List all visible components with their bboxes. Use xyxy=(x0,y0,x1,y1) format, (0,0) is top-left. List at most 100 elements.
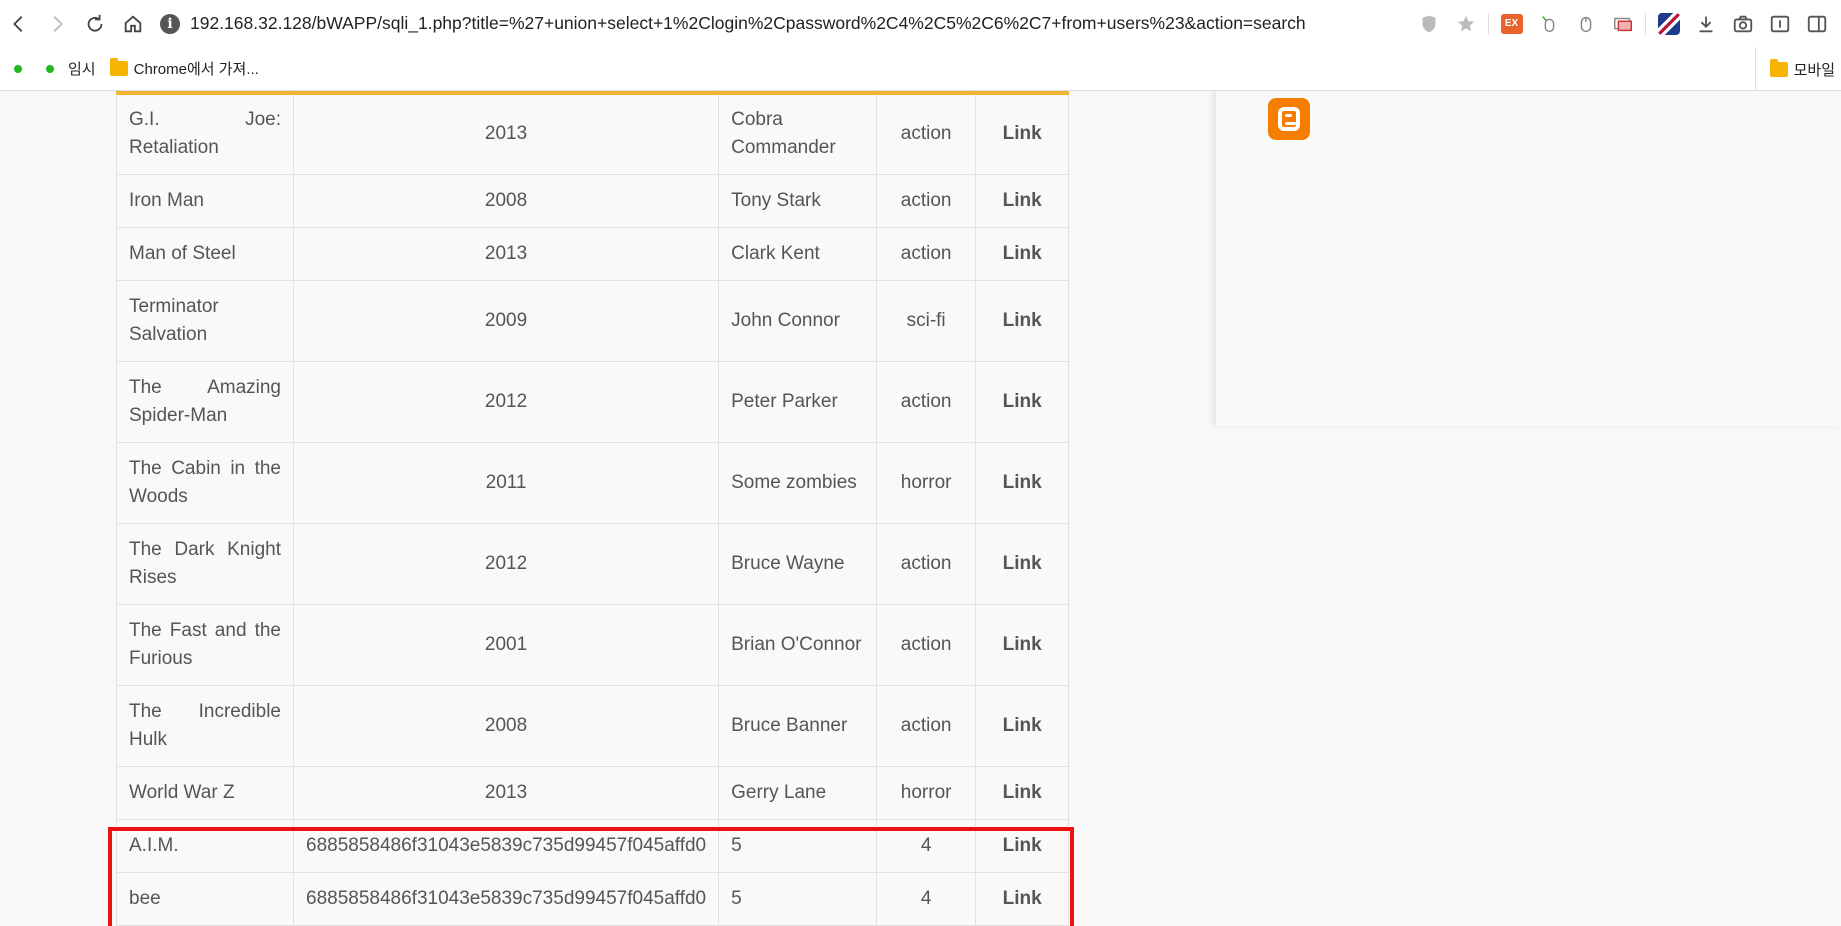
main-character-cell: John Connor xyxy=(718,279,878,362)
toolbar-right-icons: EX xyxy=(1410,0,1841,47)
sidebar-panel xyxy=(1216,91,1841,426)
green-dot-icon xyxy=(46,64,54,73)
folder-icon xyxy=(1769,58,1788,77)
cast-extension[interactable] xyxy=(1604,5,1641,42)
home-icon xyxy=(124,14,142,32)
release-year-cell: 2008 xyxy=(292,684,720,767)
genre-cell: action xyxy=(876,360,977,443)
back-button[interactable] xyxy=(0,5,38,43)
movie-title-cell: The Fast and the Furious xyxy=(116,603,294,686)
genre-cell: sci-fi xyxy=(876,279,977,362)
mouse-icon xyxy=(1580,16,1591,32)
injection-highlight-box xyxy=(108,827,1074,926)
forward-arrow-icon xyxy=(53,15,63,32)
bookmark-mobile-folder[interactable]: 모바일 xyxy=(1754,47,1835,91)
imdb-link[interactable]: Link xyxy=(975,173,1070,228)
bookmark-chrome-folder[interactable]: Chrome에서 가져... xyxy=(109,58,259,79)
bookmark-chrome-label: Chrome에서 가져... xyxy=(133,61,259,78)
release-year-cell: 2008 xyxy=(292,173,720,228)
movie-title-cell: Man of Steel xyxy=(116,226,294,281)
home-button[interactable] xyxy=(114,5,152,43)
release-year-cell: 2013 xyxy=(292,765,720,820)
release-year-cell: 2011 xyxy=(292,441,720,524)
toolbar-separator-2 xyxy=(1645,12,1646,35)
imdb-link[interactable]: Link xyxy=(975,684,1070,767)
table-row: World War Z 2013 Gerry Lane horror Link xyxy=(116,765,1070,820)
toolbar-separator xyxy=(1488,12,1489,35)
star-icon xyxy=(1457,15,1474,31)
shield-icon xyxy=(1422,15,1435,32)
blogger-icon[interactable] xyxy=(1268,98,1310,140)
bookmark-temp[interactable]: 임시 xyxy=(46,58,96,79)
genre-cell: action xyxy=(876,226,977,281)
url-text: 192.168.32.128/bWAPP/sqli_1.php?title=%2… xyxy=(190,13,1306,33)
movie-title-cell: The Cabin in the Woods xyxy=(116,441,294,524)
site-info-icon[interactable]: i xyxy=(160,13,180,34)
folder-icon xyxy=(109,58,128,76)
main-character-cell: Bruce Wayne xyxy=(718,522,878,605)
mouse-extension[interactable] xyxy=(1530,5,1567,42)
reload-icon xyxy=(87,14,103,32)
movie-title-cell: The Amazing Spider-Man xyxy=(116,360,294,443)
genre-cell: action xyxy=(876,522,977,605)
movie-title-cell: G.I. Joe: Retaliation xyxy=(116,91,294,175)
mouse-extension-2[interactable] xyxy=(1567,5,1604,42)
language-extension[interactable] xyxy=(1650,5,1687,42)
main-character-cell: Brian O'Connor xyxy=(718,603,878,686)
imdb-link[interactable]: Link xyxy=(975,360,1070,443)
main-character-cell: Bruce Banner xyxy=(718,684,878,767)
table-row: Man of Steel 2013 Clark Kent action Link xyxy=(116,226,1070,281)
main-character-cell: Some zombies xyxy=(718,441,878,524)
genre-cell: horror xyxy=(876,765,977,820)
reader-button[interactable] xyxy=(1761,5,1798,42)
imdb-link[interactable]: Link xyxy=(975,441,1070,524)
table-row: The Fast and the Furious 2001 Brian O'Conn… xyxy=(116,603,1070,686)
table-row: Iron Man 2008 Tony Stark action Link xyxy=(116,173,1070,228)
address-bar[interactable]: i 192.168.32.128/bWAPP/sqli_1.php?title=… xyxy=(160,6,1306,42)
bookmark-mobile-label: 모바일 xyxy=(1793,61,1835,79)
ex-extension[interactable]: EX xyxy=(1493,5,1530,42)
sidebar-icon xyxy=(1807,15,1826,32)
imdb-link[interactable]: Link xyxy=(975,603,1070,686)
table-row: G.I. Joe: Retaliation 2013 Cobra Commander… xyxy=(116,91,1070,175)
download-icon xyxy=(1699,16,1712,32)
imdb-link[interactable]: Link xyxy=(975,279,1070,362)
reader-icon xyxy=(1770,15,1789,32)
table-row: Terminator Salvation 2009 John Connor sci-f… xyxy=(116,279,1070,362)
movie-title-cell: Iron Man xyxy=(116,173,294,228)
release-year-cell: 2013 xyxy=(292,226,720,281)
shield-extension[interactable] xyxy=(1410,5,1447,42)
imdb-link[interactable]: Link xyxy=(975,522,1070,605)
browser-toolbar: i 192.168.32.128/bWAPP/sqli_1.php?title=… xyxy=(0,0,1841,47)
sidebar-button[interactable] xyxy=(1798,5,1835,42)
forward-button[interactable] xyxy=(38,5,76,43)
main-character-cell: Cobra Commander xyxy=(718,91,878,175)
genre-cell: action xyxy=(876,91,977,175)
download-button[interactable] xyxy=(1687,5,1724,42)
bookmark-dot-1[interactable] xyxy=(14,64,22,73)
movie-title-cell: World War Z xyxy=(116,765,294,820)
main-character-cell: Tony Stark xyxy=(718,173,878,228)
imdb-link[interactable]: Link xyxy=(975,226,1070,281)
table-row: The Incredible Hulk 2008 Bruce Banner actio… xyxy=(116,684,1070,767)
movies-table: G.I. Joe: Retaliation 2013 Cobra Commander… xyxy=(116,91,1070,926)
main-character-cell: Gerry Lane xyxy=(718,765,878,820)
screenshot-button[interactable] xyxy=(1724,5,1761,42)
mouse-gesture-icon xyxy=(1541,15,1554,32)
genre-cell: action xyxy=(876,173,977,228)
genre-cell: horror xyxy=(876,441,977,524)
bookmarks-bar: 임시 Chrome에서 가져... 모바일 xyxy=(0,47,1841,91)
bookmark-temp-label: 임시 xyxy=(68,61,96,78)
movie-title-cell: The Dark Knight Rises xyxy=(116,522,294,605)
uk-flag-icon xyxy=(1657,12,1680,35)
table-row: The Cabin in the Woods 2011 Some zombies ho… xyxy=(116,441,1070,524)
release-year-cell: 2013 xyxy=(292,91,720,175)
back-arrow-icon xyxy=(13,15,23,32)
reload-button[interactable] xyxy=(76,5,114,43)
release-year-cell: 2012 xyxy=(292,360,720,443)
genre-cell: action xyxy=(876,684,977,767)
imdb-link[interactable]: Link xyxy=(975,765,1070,820)
bookmark-star-button[interactable] xyxy=(1447,5,1484,42)
imdb-link[interactable]: Link xyxy=(975,91,1070,175)
screen-cast-icon xyxy=(1613,17,1632,31)
